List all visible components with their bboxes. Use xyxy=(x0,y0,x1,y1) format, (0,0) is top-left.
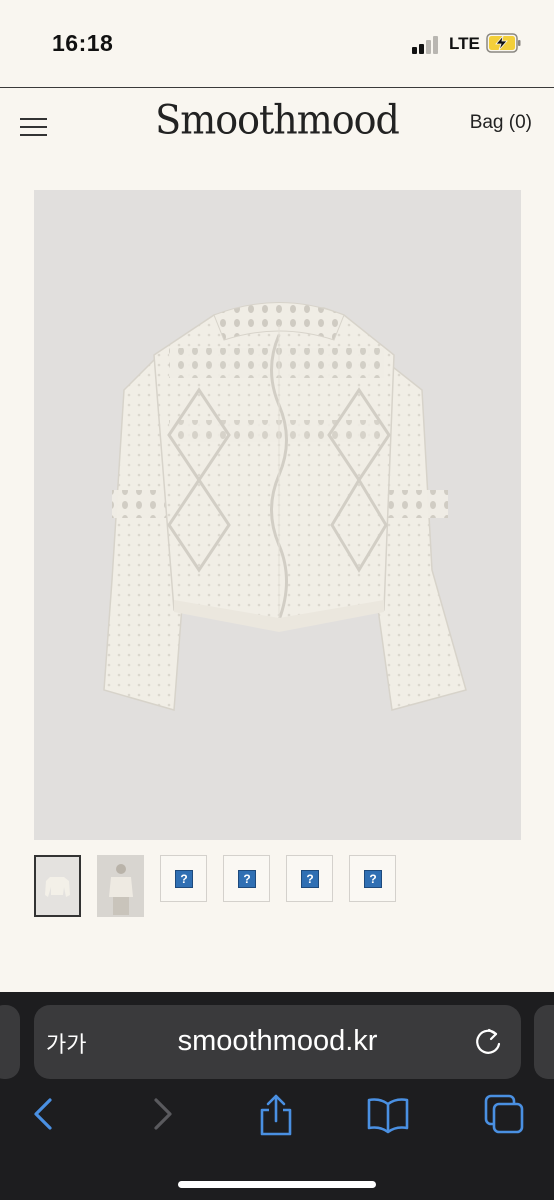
battery-charging-icon xyxy=(486,33,521,53)
thumbnail-6[interactable]: ? xyxy=(349,855,396,902)
network-type: LTE xyxy=(449,34,480,53)
broken-image-icon: ? xyxy=(238,870,256,888)
cardigan-thumbnail-icon xyxy=(36,857,79,915)
browser-bottom-bar: 가가 smoothmood.kr xyxy=(0,992,554,1200)
forward-icon[interactable] xyxy=(140,1092,184,1136)
model-thumbnail-icon xyxy=(97,855,144,917)
thumbnail-5[interactable]: ? xyxy=(286,855,333,902)
back-icon[interactable] xyxy=(22,1092,66,1136)
status-bar: 16:18 LTE xyxy=(0,0,554,88)
site-header: Smoothmood Bag (0) xyxy=(0,88,554,168)
bag-link[interactable]: Bag (0) xyxy=(470,112,532,134)
thumbnail-2[interactable] xyxy=(97,855,144,917)
home-indicator xyxy=(178,1181,376,1188)
product-main-image[interactable] xyxy=(34,190,521,840)
broken-image-icon: ? xyxy=(175,870,193,888)
broken-image-icon: ? xyxy=(301,870,319,888)
url-text[interactable]: smoothmood.kr xyxy=(34,1025,521,1058)
thumbnail-4[interactable]: ? xyxy=(223,855,270,902)
previous-tab-preview[interactable] xyxy=(0,1005,20,1079)
brand-logo-text: Smoothmood xyxy=(155,96,400,144)
share-icon[interactable] xyxy=(254,1092,298,1136)
address-bar[interactable]: 가가 smoothmood.kr xyxy=(34,1005,521,1079)
cardigan-illustration xyxy=(103,302,467,711)
thumbnail-1[interactable] xyxy=(34,855,81,917)
broken-image-icon: ? xyxy=(364,870,382,888)
bookmarks-icon[interactable] xyxy=(366,1092,410,1136)
signal-strength-icon xyxy=(412,36,442,54)
reload-icon[interactable] xyxy=(473,1025,503,1057)
tabs-icon[interactable] xyxy=(482,1092,526,1136)
status-time: 16:18 xyxy=(52,30,114,56)
next-tab-preview[interactable] xyxy=(534,1005,554,1079)
thumbnail-3[interactable]: ? xyxy=(160,855,207,902)
